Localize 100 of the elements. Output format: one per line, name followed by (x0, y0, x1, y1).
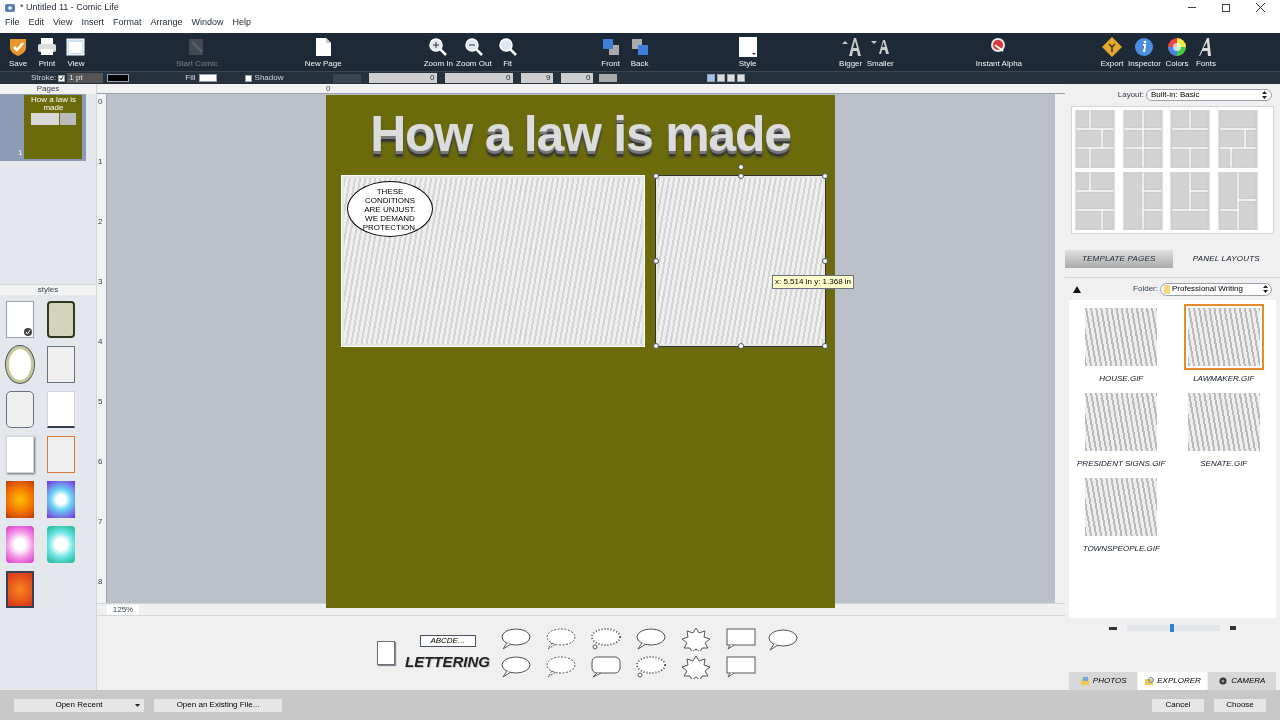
speech-balloon-icon[interactable] (767, 628, 799, 652)
style-swatch[interactable] (47, 526, 75, 563)
menu-item[interactable]: View (53, 16, 73, 30)
speech-balloon-icon[interactable] (500, 627, 532, 651)
burst-balloon-icon[interactable] (680, 627, 712, 651)
box-balloon-icon[interactable] (725, 655, 757, 679)
style-swatch[interactable] (6, 571, 34, 608)
resize-handle[interactable] (653, 173, 659, 179)
stepper-icon (1262, 91, 1267, 99)
panel-layout-thumbnail[interactable] (1170, 110, 1210, 168)
stepper-icon (1263, 285, 1268, 293)
toolbar-button[interactable]: Fonts (1191, 36, 1220, 69)
number-field[interactable]: 0 (445, 73, 514, 83)
slider-thumb[interactable] (1169, 624, 1174, 632)
blank-panel-tool[interactable] (377, 641, 395, 665)
box-balloon-icon[interactable] (725, 627, 757, 651)
menu-item[interactable]: Edit (28, 16, 45, 30)
menu-item[interactable]: Format (112, 16, 142, 30)
page-thumbnail[interactable]: How a law is made (24, 95, 83, 159)
menu-item[interactable]: Window (191, 16, 224, 30)
panel-layout-thumbnail[interactable] (1122, 110, 1163, 168)
style-swatch[interactable] (47, 346, 75, 383)
menu-item[interactable]: Insert (81, 16, 104, 30)
toolbar-button[interactable]: Instant Alpha (974, 36, 1024, 69)
toolbar-button[interactable]: Print (33, 36, 61, 69)
checkbox[interactable] (244, 74, 252, 82)
open-file-button[interactable]: Open an Existing File... (154, 698, 282, 712)
thought-balloon-icon[interactable] (635, 655, 667, 679)
toolbar-button[interactable]: Colors (1162, 36, 1191, 69)
scrollbar[interactable] (1055, 94, 1065, 603)
resize-handle[interactable] (822, 173, 828, 179)
menu-item[interactable]: File (5, 16, 20, 30)
folder-dropdown[interactable]: Professional Writing (1160, 282, 1272, 296)
resize-handle[interactable] (822, 343, 828, 349)
menu-item[interactable]: Arrange (150, 16, 183, 30)
toolbar-button[interactable]: Bigger (836, 36, 865, 69)
whisper-balloon-icon[interactable] (545, 627, 577, 651)
toolbar-button[interactable]: Inspector (1127, 36, 1162, 69)
number-field[interactable]: 9 (521, 73, 554, 83)
checkbox[interactable] (58, 74, 66, 82)
checkmark-icon (24, 328, 32, 336)
stroke-color-well[interactable] (107, 74, 130, 82)
speech-balloon-icon[interactable] (500, 655, 532, 679)
panel-layout-thumbnail[interactable] (1122, 172, 1163, 230)
dialog-button[interactable]: Cancel (1152, 698, 1204, 712)
app-icon (4, 2, 16, 13)
comic-panel[interactable]: THESE CONDITIONS ARE UNJUST. WE DEMAND PROTECTION. (341, 175, 645, 347)
layout-dropdown[interactable]: Built-in: Basic (1146, 89, 1272, 101)
dialog-button[interactable]: Choose (1214, 698, 1266, 712)
source-tab[interactable]: PHOTOS (1069, 672, 1138, 690)
rounded-balloon-icon[interactable] (590, 655, 622, 679)
panel-layout-thumbnail[interactable] (1075, 172, 1115, 230)
toolbar-button[interactable]: Front (596, 36, 625, 69)
page-thumbnail-row[interactable]: 1 How a law is made (0, 94, 86, 161)
panel-layout-thumbnail[interactable] (1217, 172, 1258, 230)
source-tab[interactable]: EXPLORER (1138, 672, 1207, 690)
resize-handle[interactable] (738, 343, 744, 349)
resize-handle[interactable] (822, 258, 828, 264)
number-field[interactable]: 0 (561, 73, 594, 83)
panel-layout-thumbnail[interactable] (1170, 172, 1210, 230)
toolbar-button[interactable]: Save (4, 36, 32, 69)
toolbar-button[interactable]: Style (733, 36, 762, 69)
style-swatch[interactable] (6, 391, 34, 428)
lettering-tool[interactable]: LETTERING (405, 653, 490, 671)
resize-handle[interactable] (653, 258, 659, 264)
panel-layout-thumbnail[interactable] (1075, 110, 1115, 168)
style-swatch[interactable] (47, 481, 75, 518)
zoom-field[interactable]: 125% (107, 604, 139, 615)
whisper-balloon-icon[interactable] (545, 655, 577, 679)
resize-handle[interactable] (653, 343, 659, 349)
source-tab[interactable]: CAMERA (1207, 672, 1276, 690)
toolbar-button[interactable]: Export (1098, 36, 1127, 69)
toolbar-button[interactable]: New Page (303, 36, 343, 69)
color-well[interactable] (599, 74, 618, 82)
style-swatch[interactable] (6, 301, 34, 338)
caption-tool[interactable]: ABCDE... (419, 635, 476, 647)
open-recent-dropdown[interactable]: Open Recent (14, 698, 144, 712)
speech-balloon-icon[interactable] (635, 627, 667, 651)
panel-tab[interactable]: TEMPLATE PAGES (1065, 250, 1173, 268)
toolbar-button[interactable]: Fit (493, 36, 522, 69)
number-field[interactable]: 0 (369, 73, 438, 83)
toolbar-button[interactable]: Back (625, 36, 654, 69)
style-swatch[interactable] (6, 481, 34, 518)
toolbar-button[interactable]: Zoom In (422, 36, 455, 69)
burst-balloon-icon[interactable] (680, 655, 712, 679)
toolbar-button[interactable]: Smaller (865, 36, 895, 69)
style-swatch[interactable] (6, 526, 34, 563)
collapse-arrow-icon[interactable] (1073, 285, 1081, 293)
thought-balloon-icon[interactable] (590, 627, 622, 651)
toolbar-button[interactable]: View (62, 36, 90, 69)
size-slider[interactable] (1127, 625, 1220, 631)
search-icon (496, 36, 519, 58)
style-swatch[interactable] (47, 436, 75, 473)
fill-color-well[interactable] (198, 74, 217, 82)
toolbar-button[interactable]: Zoom Out (455, 36, 493, 69)
panel-layout-thumbnail[interactable] (1217, 110, 1258, 168)
style-swatch[interactable] (47, 301, 75, 338)
close-icon[interactable] (1256, 3, 1265, 12)
menu-item[interactable]: Help (232, 16, 251, 30)
stroke-width-field[interactable]: 1 pt (67, 73, 104, 83)
